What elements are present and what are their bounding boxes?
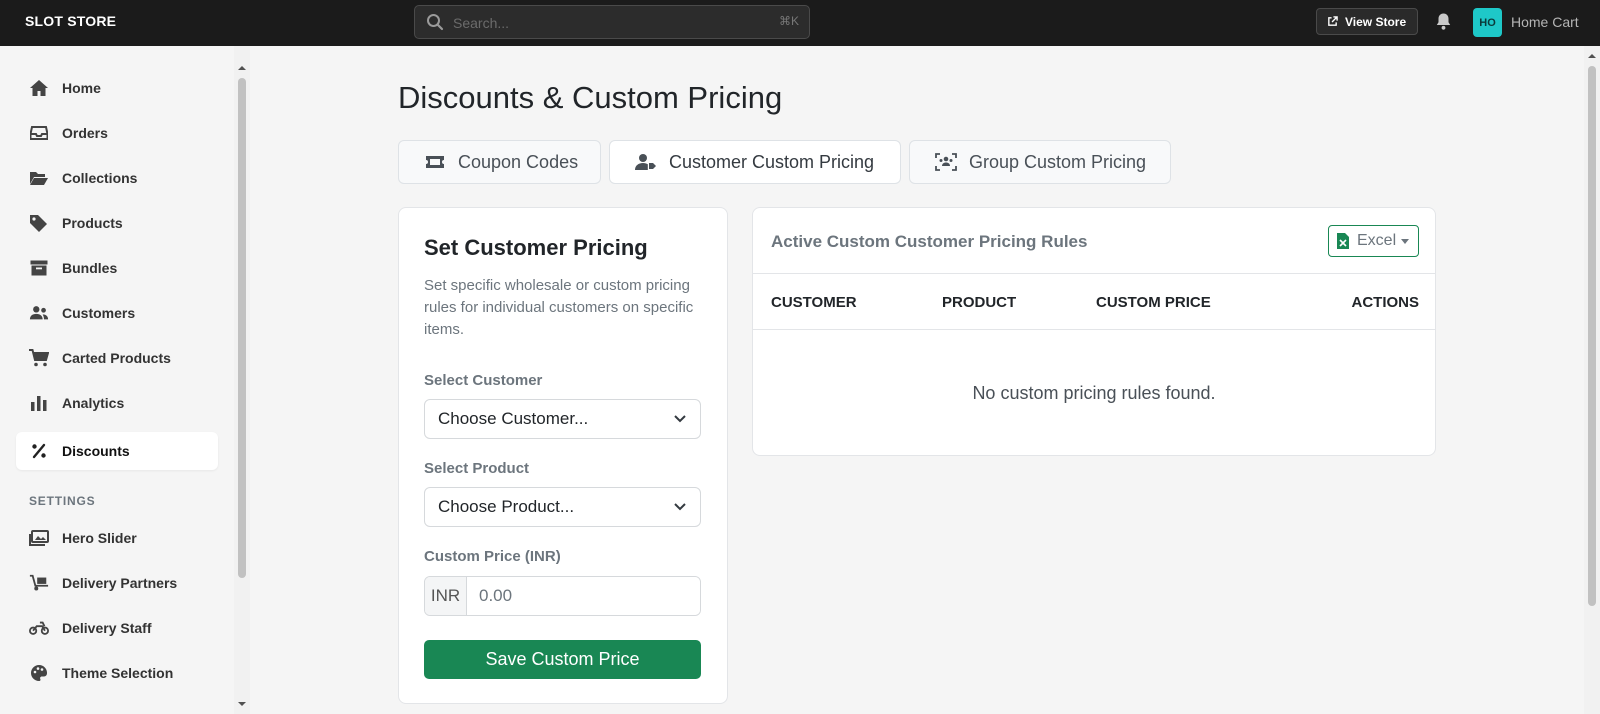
custom-price-input-group: INR [424,576,701,616]
select-product-label: Select Product [424,460,530,477]
custom-price-label: Custom Price (INR) [424,548,561,565]
file-excel-icon [1337,233,1349,249]
column-header-custom-price: CUSTOM PRICE [1096,294,1211,311]
sidebar-item-products[interactable]: Products [16,204,218,242]
bell-icon[interactable] [1435,12,1452,31]
sidebar-item-label: Carted Products [62,350,171,366]
search-box[interactable]: ⌘K [414,5,810,39]
excel-export-label: Excel [1357,232,1397,249]
percent-icon [29,442,49,460]
sidebar-item-label: Theme Selection [62,665,174,681]
pricing-rules-header: Active Custom Customer Pricing Rules Exc… [753,208,1435,274]
palette-icon [29,664,49,682]
column-header-actions: ACTIONS [1351,294,1420,311]
dolly-icon [29,574,49,592]
search-shortcut-hint: ⌘K [778,14,799,28]
sidebar-item-collections[interactable]: Collections [16,159,218,197]
sidebar-item-label: Discounts [62,443,130,459]
images-icon [29,529,49,547]
folder-open-icon [29,169,49,187]
page-scroll-thumb[interactable] [1588,66,1596,606]
tab-coupon-codes[interactable]: Coupon Codes [398,140,601,184]
home-icon [29,79,49,97]
view-store-button[interactable]: View Store [1316,8,1419,35]
sidebar-item-delivery-staff[interactable]: Delivery Staff [16,609,218,647]
brand-logo[interactable]: SLOT STORE [25,13,116,29]
sidebar: Home Orders Collections Products Bundles… [0,46,234,714]
set-customer-pricing-card: Set Customer Pricing Set specific wholes… [398,207,728,704]
select-customer-label: Select Customer [424,372,543,389]
sidebar-item-customers[interactable]: Customers [16,294,218,332]
caret-down-icon [1401,239,1409,244]
bar-chart-icon [29,394,49,412]
sidebar-item-label: Customers [62,305,136,321]
sidebar-item-label: Hero Slider [62,530,137,546]
sidebar-item-label: Collections [62,170,138,186]
sidebar-item-theme-selection[interactable]: Theme Selection [16,654,218,692]
cart-icon [29,349,49,367]
sidebar-scrollbar[interactable] [234,46,250,714]
sidebar-item-label: Orders [62,125,108,141]
save-custom-price-button[interactable]: Save Custom Price [424,640,701,679]
page-scrollbar[interactable] [1584,46,1600,714]
sidebar-scroll-thumb[interactable] [238,78,246,578]
user-tag-icon [635,152,657,172]
sidebar-item-bundles[interactable]: Bundles [16,249,218,287]
form-description: Set specific wholesale or custom pricing… [424,277,694,338]
chevron-down-icon [674,503,686,511]
search-icon [427,14,444,31]
product-select[interactable]: Choose Product... [424,487,701,527]
page-title: Discounts & Custom Pricing [398,80,783,115]
tab-customer-custom-pricing[interactable]: Customer Custom Pricing [609,140,901,184]
pricing-rules-card: Active Custom Customer Pricing Rules Exc… [752,207,1436,456]
users-viewfinder-icon [935,152,957,172]
scroll-up-arrow-icon[interactable] [1584,50,1600,62]
customer-select-value: Choose Customer... [438,409,589,428]
motorcycle-icon [29,619,49,637]
product-select-value: Choose Product... [438,497,575,516]
table-header-divider [753,329,1435,330]
tab-label: Customer Custom Pricing [669,151,875,172]
sidebar-item-label: Home [62,80,101,96]
users-icon [29,304,49,322]
scroll-up-arrow-icon[interactable] [234,62,250,74]
sidebar-item-carted-products[interactable]: Carted Products [16,339,218,377]
excel-export-button[interactable]: Excel [1328,225,1419,257]
customer-select[interactable]: Choose Customer... [424,399,701,439]
sidebar-item-label: Bundles [62,260,118,276]
archive-box-icon [29,259,49,277]
sidebar-item-home[interactable]: Home [16,69,218,107]
store-name[interactable]: Home Cart [1511,14,1579,30]
ticket-icon [424,152,446,172]
inbox-icon [29,124,49,142]
tab-label: Group Custom Pricing [969,151,1147,172]
sidebar-item-hero-slider[interactable]: Hero Slider [16,519,218,557]
column-header-customer: CUSTOMER [771,294,857,311]
chevron-down-icon [674,415,686,423]
avatar[interactable]: HO [1473,8,1502,37]
pricing-rules-title: Active Custom Customer Pricing Rules [771,232,1088,251]
sidebar-item-delivery-partners[interactable]: Delivery Partners [16,564,218,602]
scroll-down-arrow-icon[interactable] [234,698,250,710]
external-link-icon [1328,16,1338,26]
sidebar-item-label: Analytics [62,395,125,411]
sidebar-item-label: Delivery Staff [62,620,152,636]
tab-label: Coupon Codes [458,151,579,172]
empty-state-message: No custom pricing rules found. [972,383,1216,403]
tags-icon [29,214,49,232]
view-store-label: View Store [1345,14,1407,29]
tab-group-custom-pricing[interactable]: Group Custom Pricing [909,140,1171,184]
column-header-product: PRODUCT [942,294,1017,311]
sidebar-item-label: Delivery Partners [62,575,178,591]
search-input[interactable] [453,13,753,33]
top-bar: SLOT STORE ⌘K View Store HO Home Cart [0,0,1600,46]
custom-price-input[interactable] [467,577,700,615]
form-title: Set Customer Pricing [424,235,648,260]
sidebar-item-analytics[interactable]: Analytics [16,384,218,422]
settings-section-label: SETTINGS [29,494,96,508]
currency-addon: INR [425,577,467,615]
sidebar-item-label: Products [62,215,123,231]
sidebar-item-orders[interactable]: Orders [16,114,218,152]
sidebar-item-discounts[interactable]: Discounts [16,432,218,470]
